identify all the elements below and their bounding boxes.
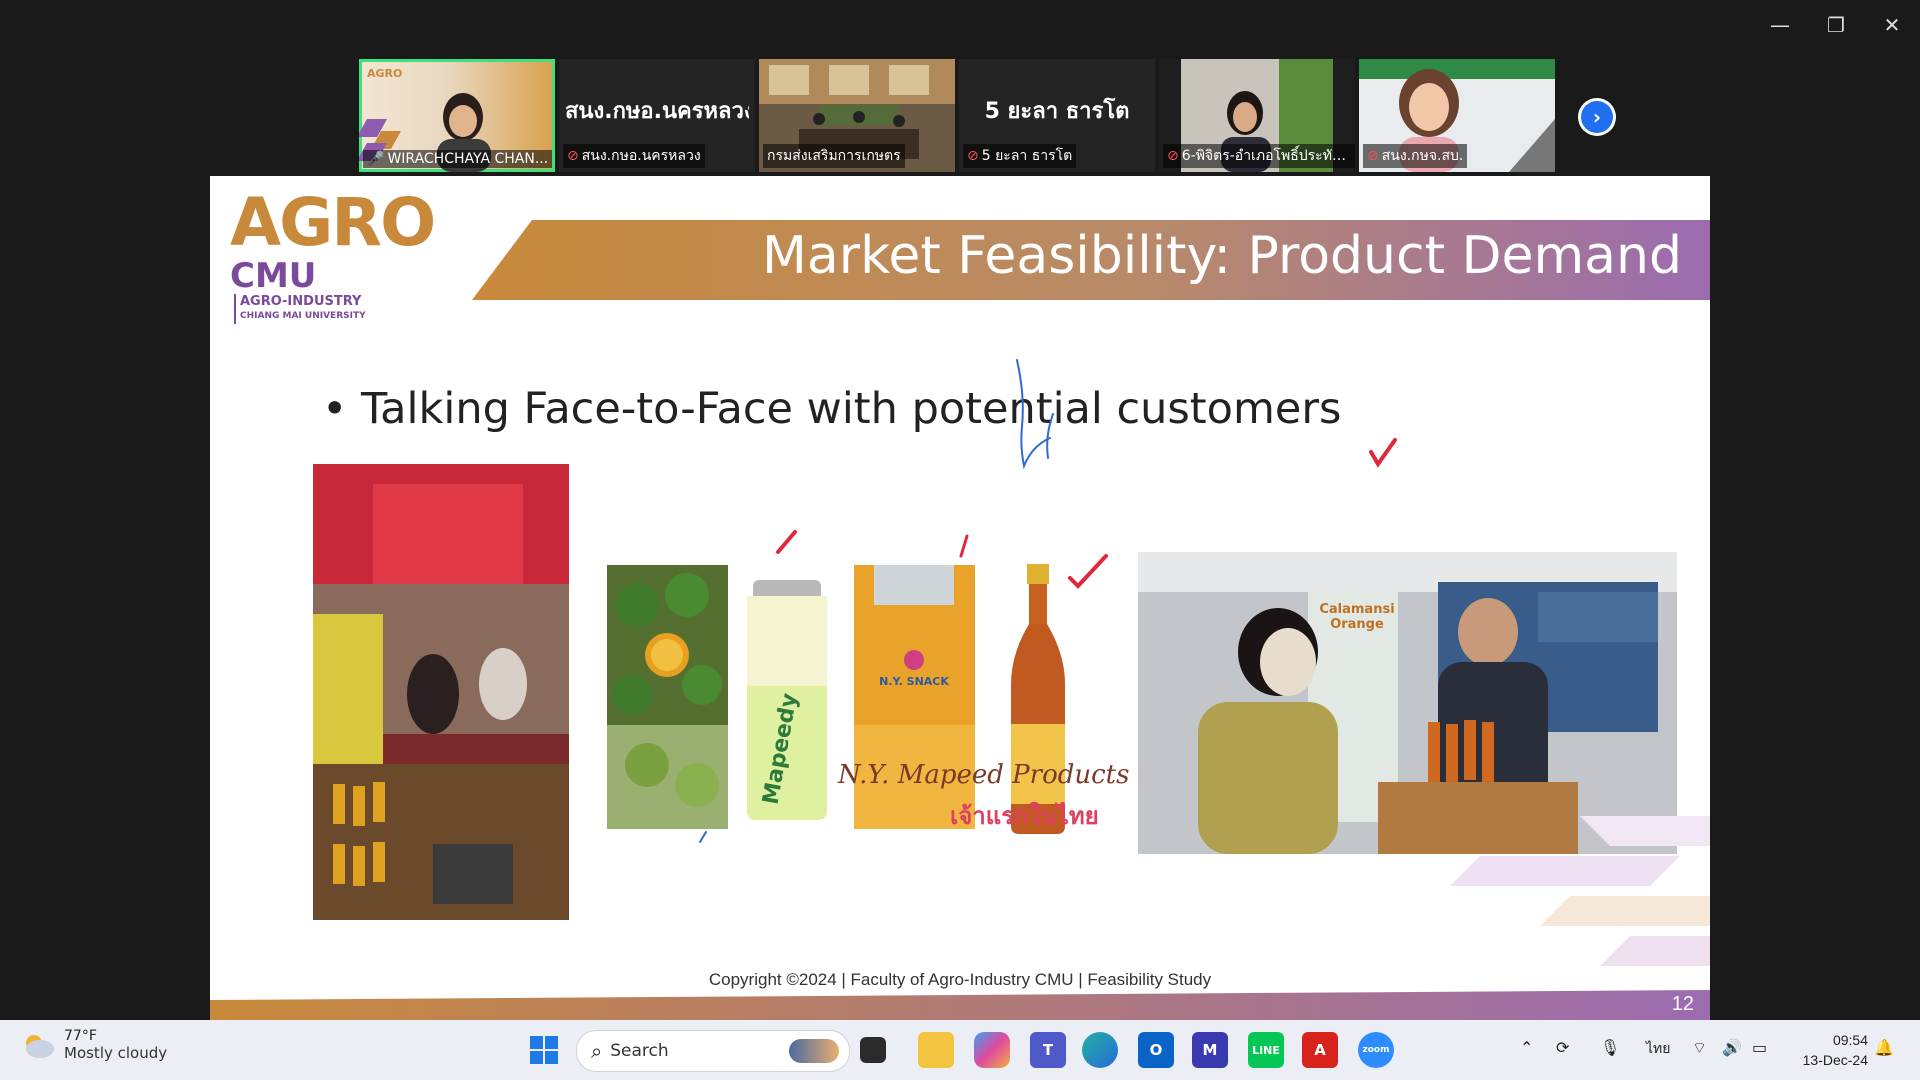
- zoom-icon[interactable]: zoom: [1358, 1032, 1394, 1068]
- wifi-icon[interactable]: ⌔: [1692, 1038, 1707, 1058]
- notification-bell-icon[interactable]: 🔔: [1874, 1038, 1894, 1057]
- participant-tile[interactable]: ⊘ สนง.กษจ.สบ.: [1359, 59, 1555, 172]
- language-indicator[interactable]: ไทย: [1646, 1038, 1670, 1060]
- battery-icon[interactable]: ▭: [1752, 1038, 1767, 1057]
- acrobat-icon[interactable]: A: [1302, 1032, 1338, 1068]
- svg-text:AGRO: AGRO: [367, 67, 402, 80]
- participant-display-name: 5 ยะลา ธารโต: [984, 99, 1130, 124]
- sync-icon[interactable]: ⟳: [1556, 1038, 1569, 1057]
- chevron-right-icon: ›: [1581, 101, 1613, 133]
- restore-button[interactable]: ❐: [1808, 0, 1864, 50]
- participant-name: ⊘ สนง.กษจ.สบ.: [1363, 144, 1468, 168]
- clock[interactable]: 09:54 13-Dec-24: [1803, 1030, 1868, 1070]
- pen-annotations: [699, 359, 1397, 843]
- weather-text: Mostly cloudy: [64, 1044, 168, 1062]
- taskbar: 77°F Mostly cloudy ⌕ Search T O M LINE A…: [0, 1020, 1920, 1080]
- participant-tile[interactable]: กรมส่งเสริมการเกษตร: [759, 59, 955, 172]
- participant-strip: AGRO 🎤 WIRACHCHAYA CHAN... สนง.กษอ.นครหลว…: [359, 59, 1555, 172]
- participant-name: ⊘ 6-พิจิตร-อำเภอโพธิ์ประทับ...: [1163, 144, 1355, 168]
- search-highlight-icon: [789, 1039, 839, 1063]
- shared-slide: AGRO CMU AGRO-INDUSTRY CHIANG MAI UNIVERSI…: [210, 176, 1710, 1020]
- participant-name: 🎤 WIRACHCHAYA CHAN...: [363, 150, 553, 168]
- clock-time: 09:54: [1832, 1032, 1868, 1048]
- minimize-button[interactable]: —: [1752, 0, 1808, 50]
- mic-muted-icon: ⊘: [1167, 148, 1179, 164]
- windows-icon: [530, 1036, 558, 1064]
- participant-tile[interactable]: AGRO 🎤 WIRACHCHAYA CHAN...: [359, 59, 555, 172]
- participant-display-name: สนง.กษอ.นครหลวง: [565, 99, 749, 124]
- edge-icon[interactable]: [1082, 1032, 1118, 1068]
- start-button[interactable]: [526, 1032, 562, 1068]
- participant-name: กรมส่งเสริมการเกษตร: [763, 144, 905, 168]
- close-button[interactable]: ✕: [1864, 0, 1920, 50]
- search-label: Search: [610, 1041, 669, 1061]
- microphone-icon[interactable]: 🎙: [1600, 1038, 1620, 1057]
- task-view-icon[interactable]: [860, 1037, 886, 1063]
- mic-muted-icon: ⊘: [1367, 148, 1379, 164]
- volume-icon[interactable]: 🔊: [1722, 1038, 1742, 1057]
- participant-tile[interactable]: ⊘ 6-พิจิตร-อำเภอโพธิ์ประทับ...: [1159, 59, 1355, 172]
- vpn-icon[interactable]: M: [1192, 1032, 1228, 1068]
- participant-name: ⊘ 5 ยะลา ธารโต: [963, 144, 1077, 168]
- file-explorer-icon[interactable]: [918, 1032, 954, 1068]
- search-icon: ⌕: [591, 1039, 603, 1063]
- temperature: 77°F: [64, 1028, 97, 1044]
- outlook-icon[interactable]: O: [1138, 1032, 1174, 1068]
- participant-tile[interactable]: สนง.กษอ.นครหลวง ⊘ สนง.กษอ.นครหลวง: [559, 59, 755, 172]
- weather-widget[interactable]: 77°F Mostly cloudy: [22, 1028, 167, 1062]
- search-box[interactable]: ⌕ Search: [576, 1030, 850, 1072]
- participant-name: ⊘ สนง.กษอ.นครหลวง: [563, 144, 705, 168]
- show-hidden-icons[interactable]: ⌃: [1520, 1038, 1533, 1057]
- line-icon[interactable]: LINE: [1248, 1032, 1284, 1068]
- mic-muted-icon: ⊘: [567, 148, 579, 164]
- window-controls: — ❐ ✕: [1752, 0, 1920, 50]
- copilot-icon[interactable]: [974, 1032, 1010, 1068]
- participant-tile[interactable]: 5 ยะลา ธารโต ⊘ 5 ยะลา ธารโต: [959, 59, 1155, 172]
- mic-muted-icon: ⊘: [967, 148, 979, 164]
- cloud-icon: [26, 1035, 54, 1058]
- next-participants-button[interactable]: ›: [1578, 98, 1616, 136]
- teams-icon[interactable]: T: [1030, 1032, 1066, 1068]
- clock-date: 13-Dec-24: [1802, 1052, 1868, 1068]
